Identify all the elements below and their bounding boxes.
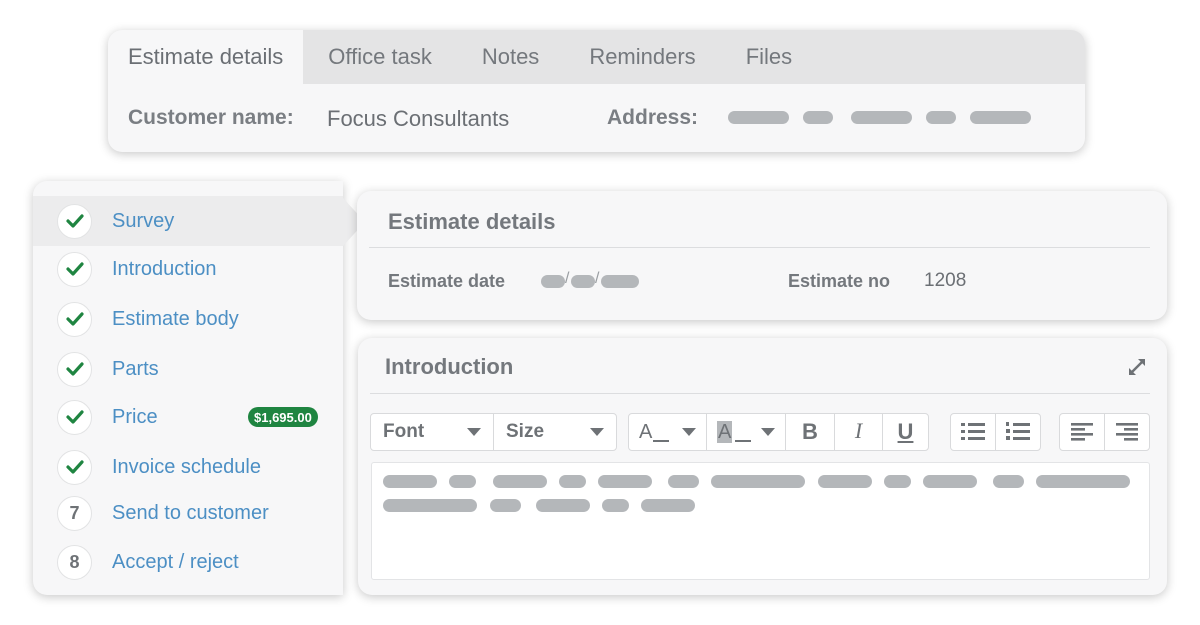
divider: [370, 393, 1150, 394]
step-number: 8: [57, 544, 92, 580]
estimate-details-card: Estimate details Estimate date / / Estim…: [357, 191, 1167, 320]
bullet-list-button[interactable]: [951, 414, 996, 450]
font-color-icon: A: [639, 421, 669, 444]
tab-files[interactable]: Files: [721, 30, 817, 84]
estimate-details-title: Estimate details: [388, 209, 556, 234]
list-group: [950, 413, 1041, 451]
price-badge: $1,695.00: [248, 407, 318, 427]
bold-button[interactable]: B: [786, 414, 835, 450]
step-label: Send to customer: [112, 501, 269, 524]
check-icon: [57, 301, 92, 337]
step-label: Survey: [112, 209, 175, 232]
step-number: 7: [57, 495, 92, 531]
size-select[interactable]: Size: [494, 414, 616, 450]
tab-bar: Estimate details Office task Notes Remin…: [108, 30, 1085, 84]
bullet-list-icon: [961, 423, 985, 440]
underline-button[interactable]: U: [883, 414, 928, 450]
check-icon: [57, 399, 92, 435]
font-select[interactable]: Font: [371, 414, 494, 450]
step-survey[interactable]: Survey: [33, 196, 343, 246]
italic-button[interactable]: I: [835, 414, 883, 450]
step-label: Introduction: [112, 257, 217, 280]
divider: [369, 247, 1150, 248]
highlight-icon: A: [717, 420, 751, 444]
customer-header-card: Estimate details Office task Notes Remin…: [108, 30, 1085, 152]
expand-icon[interactable]: [1127, 357, 1147, 377]
tab-estimate-details[interactable]: Estimate details: [108, 30, 304, 84]
tab-reminders[interactable]: Reminders: [564, 30, 720, 84]
step-number-text: 7: [69, 502, 80, 523]
check-icon: [57, 251, 92, 287]
highlight-color-button[interactable]: A: [707, 414, 786, 450]
step-parts[interactable]: Parts: [33, 345, 343, 393]
step-label: Accept / reject: [112, 550, 239, 573]
check-icon: [57, 449, 92, 485]
tab-office-task[interactable]: Office task: [303, 30, 457, 84]
chevron-down-icon: [467, 428, 481, 436]
step-estimate-body[interactable]: Estimate body: [33, 295, 343, 343]
customer-name-value: Focus Consultants: [327, 106, 510, 131]
bold-icon: B: [802, 419, 818, 444]
align-right-icon: [1116, 423, 1138, 441]
font-select-group: Font Size: [370, 413, 617, 451]
text-format-group: A A B I U: [628, 413, 929, 451]
step-label: Invoice schedule: [112, 455, 261, 478]
size-select-value: Size: [506, 421, 545, 442]
step-label: Estimate body: [112, 307, 239, 330]
step-label: Parts: [112, 357, 159, 380]
step-label: Price: [112, 405, 158, 428]
tab-notes[interactable]: Notes: [457, 30, 564, 84]
date-separator: /: [565, 270, 570, 287]
estimate-date-label: Estimate date: [388, 271, 506, 291]
numbered-list-button[interactable]: [996, 414, 1040, 450]
align-left-icon: [1071, 423, 1093, 441]
estimate-no-value: 1208: [924, 270, 967, 291]
step-send-to-customer[interactable]: 7 Send to customer: [33, 489, 343, 537]
font-color-button[interactable]: A: [629, 414, 707, 450]
step-introduction[interactable]: Introduction: [33, 245, 343, 293]
chevron-down-icon: [590, 428, 604, 436]
step-invoice-schedule[interactable]: Invoice schedule: [33, 443, 343, 491]
step-price[interactable]: Price $1,695.00: [33, 393, 343, 441]
introduction-editor[interactable]: [371, 462, 1150, 580]
estimate-date-field[interactable]: / /: [541, 270, 641, 289]
italic-icon: I: [854, 418, 863, 443]
numbered-list-icon: [1006, 422, 1030, 440]
check-icon: [57, 351, 92, 387]
chevron-down-icon: [682, 428, 696, 436]
estimate-no-label: Estimate no: [788, 271, 891, 291]
introduction-card: Introduction Font Size A A B I U: [358, 338, 1167, 595]
customer-name-label: Customer name:: [128, 106, 294, 129]
chevron-down-icon: [761, 428, 775, 436]
date-separator: /: [595, 270, 600, 287]
check-icon: [57, 203, 92, 239]
introduction-title: Introduction: [385, 354, 514, 379]
font-select-value: Font: [383, 421, 425, 442]
align-right-button[interactable]: [1105, 414, 1149, 450]
align-left-button[interactable]: [1060, 414, 1105, 450]
workflow-steps-sidebar: Survey Introduction Estimate body Parts …: [33, 181, 343, 595]
address-label: Address:: [607, 106, 699, 129]
step-accept-reject[interactable]: 8 Accept / reject: [33, 538, 343, 586]
underline-icon: U: [897, 419, 914, 444]
alignment-group: [1059, 413, 1150, 451]
step-number-text: 8: [69, 551, 80, 572]
